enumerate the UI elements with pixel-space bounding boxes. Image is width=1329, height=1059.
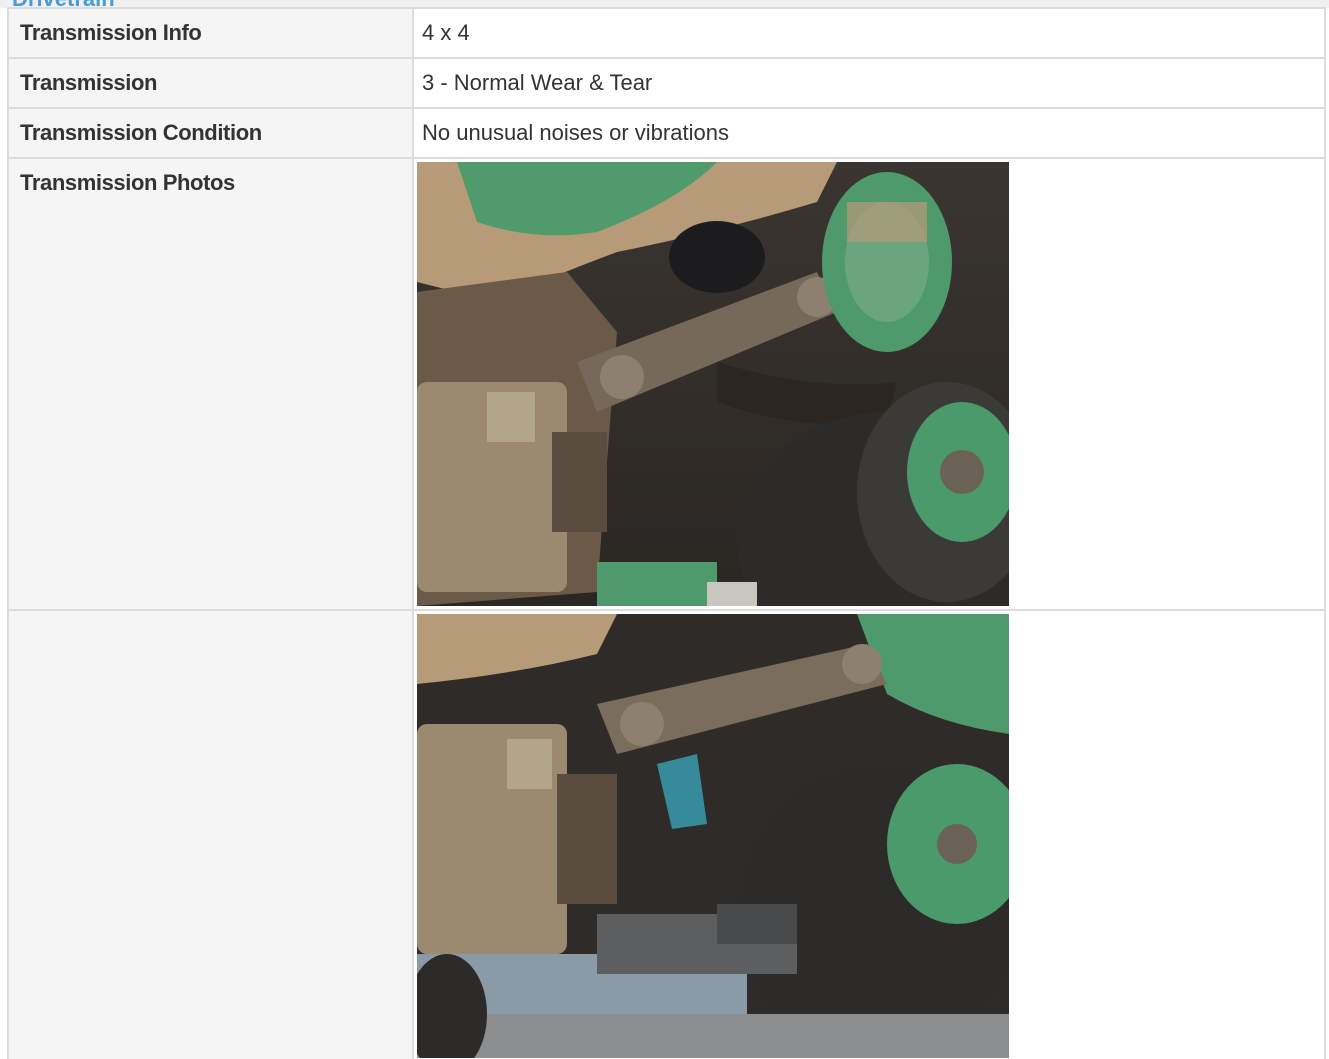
table-row: Transmission Condition No unusual noises… [7, 107, 1326, 159]
table-row: Transmission 3 - Normal Wear & Tear [7, 57, 1326, 109]
row-label-empty [7, 609, 414, 1059]
row-value-transmission-condition: No unusual noises or vibrations [412, 107, 1326, 159]
row-label-transmission-photos: Transmission Photos [7, 157, 414, 611]
transmission-photo-1[interactable] [417, 162, 1009, 606]
row-value-transmission: 3 - Normal Wear & Tear [412, 57, 1326, 109]
transmission-details-table: Transmission Info 4 x 4 Transmission 3 -… [7, 7, 1326, 1059]
row-label-transmission: Transmission [7, 57, 414, 109]
photo-2-image [417, 614, 1009, 1058]
row-label-transmission-condition: Transmission Condition [7, 107, 414, 159]
row-label-transmission-info: Transmission Info [7, 7, 414, 59]
photo-cell [412, 157, 1326, 611]
transmission-photo-2[interactable] [417, 614, 1009, 1058]
row-value-transmission-info: 4 x 4 [412, 7, 1326, 59]
photo-cell [412, 609, 1326, 1059]
inspection-report-page: Drivetrain Transmission Info 4 x 4 Trans… [0, 0, 1329, 1059]
table-row [7, 609, 1326, 1059]
photo-1-image [417, 162, 1009, 606]
table-row: Transmission Info 4 x 4 [7, 7, 1326, 59]
table-row: Transmission Photos [7, 157, 1326, 611]
